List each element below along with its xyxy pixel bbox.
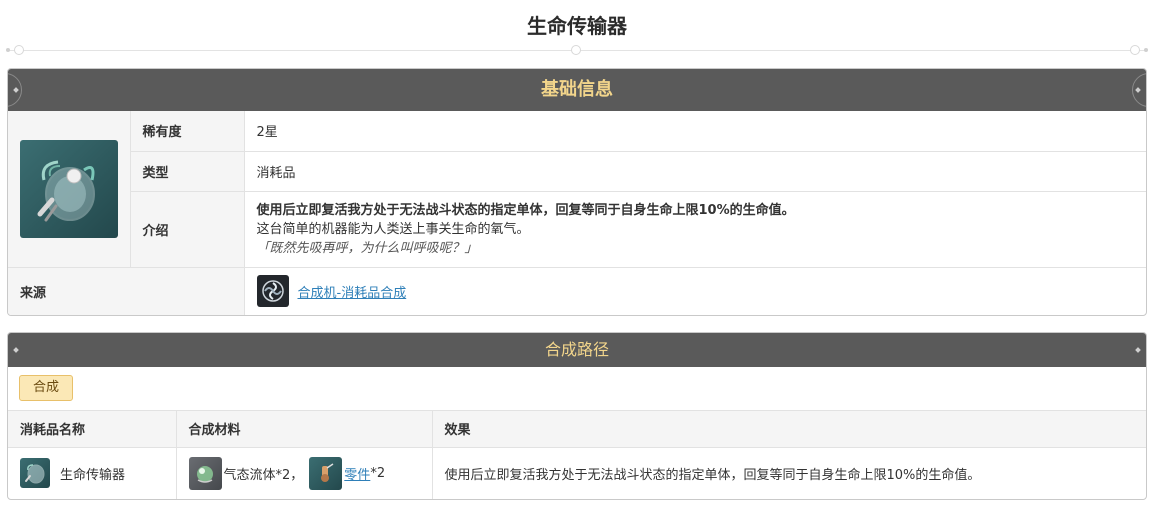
recipe-header: 合成路径	[8, 333, 1146, 367]
recipe-materials-cell: 气态流体*2 ， 零件 *2	[176, 447, 433, 499]
intro-effect-text: 使用后立即复活我方处于无法战斗状态的指定单体，回复等同于自身生命上限10%的生命…	[256, 202, 795, 218]
basic-info-table: 稀有度 2星 类型 消耗品 介绍 使用后立即复活我方处于无法战斗状态的指定单体，…	[8, 111, 1146, 315]
basic-info-header: 基础信息	[8, 69, 1146, 111]
type-row: 类型 消耗品	[8, 151, 1146, 192]
synthesizer-icon	[256, 275, 289, 308]
tab-synthesis[interactable]: 合成	[19, 375, 74, 401]
part-icon	[309, 456, 343, 490]
column-header-effect: 效果	[432, 411, 1146, 448]
header-ornament-right	[1132, 73, 1146, 107]
page-title: 生命传输器	[527, 14, 627, 38]
recipe-effect-cell: 使用后立即复活我方处于无法战斗状态的指定单体，回复等同于自身生命上限10%的生命…	[444, 467, 981, 483]
recipe-title: 合成路径	[544, 340, 609, 359]
material-separator: ，	[290, 467, 304, 483]
rarity-value: 2星	[244, 111, 1146, 152]
recipe-table: 消耗品名称 合成材料 效果 生命传输器 气态流体*2 ， 零件 *2 使用后立即…	[8, 411, 1146, 499]
column-header-materials: 合成材料	[176, 411, 433, 448]
intro-label: 介绍	[130, 191, 245, 268]
basic-info-title: 基础信息	[541, 79, 613, 100]
table-row: 生命传输器 气态流体*2 ， 零件 *2 使用后立即复活我方处于无法战斗状态的指…	[8, 447, 1146, 499]
divider-dot-right	[1144, 48, 1148, 52]
material-2-link[interactable]: 零件	[344, 464, 370, 483]
rarity-label: 稀有度	[130, 111, 245, 152]
source-link[interactable]: 合成机-消耗品合成	[298, 282, 407, 301]
divider-ornament-right	[1130, 45, 1140, 55]
type-label: 类型	[130, 151, 245, 192]
intro-value: 使用后立即复活我方处于无法战斗状态的指定单体，回复等同于自身生命上限10%的生命…	[244, 191, 1146, 268]
item-image-cell	[8, 111, 131, 268]
divider-dot-left	[6, 48, 10, 52]
recipe-card: 合成路径 合成 消耗品名称 合成材料 效果 生命传输器 气态流体*2 ， 零件 …	[7, 332, 1147, 500]
intro-quote-text: 「既然先吸再呼，为什么叫呼吸呢？」	[256, 240, 478, 256]
header-dot-right	[1135, 347, 1141, 353]
source-label: 来源	[8, 267, 245, 315]
recipe-header-row: 消耗品名称 合成材料 效果	[8, 411, 1146, 448]
intro-row: 介绍 使用后立即复活我方处于无法战斗状态的指定单体，回复等同于自身生命上限10%…	[8, 191, 1146, 268]
divider-ornament-left	[14, 45, 24, 55]
recipe-name-cell: 生命传输器	[8, 447, 177, 499]
recipe-item-name: 生命传输器	[60, 467, 126, 483]
rarity-row: 稀有度 2星	[8, 111, 1146, 268]
source-value: 合成机-消耗品合成	[244, 267, 1146, 315]
oxygen-mask-icon	[20, 458, 50, 489]
intro-flavor-text: 这台简单的机器能为人类送上事关生命的氧气。	[256, 221, 530, 237]
recipe-tab-bar: 合成	[8, 367, 1146, 411]
header-dot-left	[13, 347, 19, 353]
divider-ornament-center	[571, 45, 581, 55]
gaseous-fluid-icon	[188, 456, 222, 490]
basic-info-card: 基础信息 稀有度 2星 类型 消耗品 介绍 使用后立即复活我方处于无法战斗状态的…	[7, 68, 1147, 316]
type-value: 消耗品	[244, 151, 1146, 192]
material-2-count: *2	[370, 465, 386, 481]
material-1-label: 气态流体*2	[223, 467, 291, 483]
source-row: 来源 合成机-消耗品合成	[8, 267, 1146, 315]
column-header-name: 消耗品名称	[8, 411, 177, 448]
oxygen-mask-icon	[19, 139, 118, 238]
